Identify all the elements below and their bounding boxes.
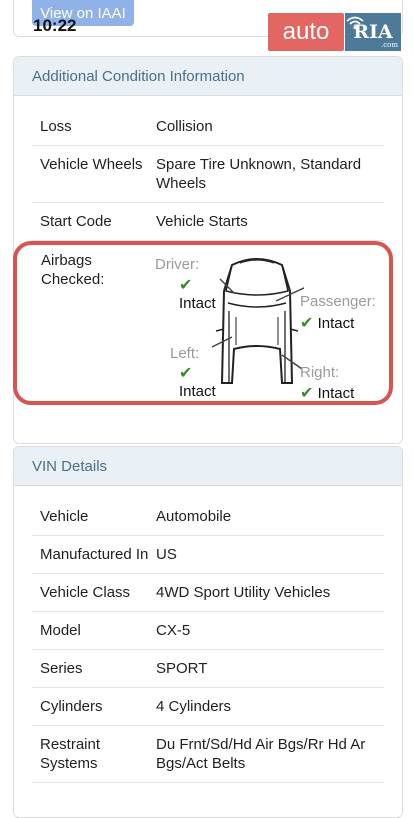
check-icon: ✔: [179, 365, 193, 382]
airbags-label: Airbags Checked:: [41, 252, 105, 288]
condition-header: Additional Condition Information: [14, 57, 402, 96]
passenger-airbag-status: ✔ Intact: [300, 313, 354, 333]
wifi-icon: [346, 16, 364, 30]
table-row: Cylinders 4 Cylinders: [32, 688, 384, 726]
row-value: Du Frnt/Sd/Hd Air Bgs/Rr Hd Ar Bgs/Act B…: [156, 736, 366, 772]
check-icon: ✔: [179, 277, 193, 294]
table-row: Series SPORT: [32, 650, 384, 688]
left-airbag-title: Left:: [170, 345, 200, 362]
row-label: Cylinders: [40, 698, 103, 715]
driver-airbag-value: Intact: [179, 295, 216, 312]
check-icon: ✔: [300, 315, 314, 332]
driver-airbag-title: Driver:: [155, 256, 200, 273]
table-row: Restraint Systems Du Frnt/Sd/Hd Air Bgs/…: [32, 726, 384, 783]
row-value: CX-5: [156, 622, 191, 639]
row-label: Restraint Systems: [40, 736, 101, 772]
row-label: Model: [40, 622, 81, 639]
row-value: US: [156, 546, 177, 563]
row-value: Spare Tire Unknown, Standard Wheels: [156, 156, 362, 192]
table-row: Vehicle Wheels Spare Tire Unknown, Stand…: [32, 146, 384, 203]
check-icon: ✔: [300, 385, 314, 402]
row-label: Start Code: [40, 213, 112, 230]
table-row: Model CX-5: [32, 612, 384, 650]
row-value: Automobile: [156, 508, 232, 525]
vin-header: VIN Details: [14, 447, 402, 486]
passenger-airbag-value: Intact: [317, 315, 355, 332]
row-label: Manufactured In: [40, 546, 149, 563]
table-row: Vehicle Class 4WD Sport Utility Vehicles: [32, 574, 384, 612]
airbags-section: Airbags Checked: Driver: ✔ Intact Passen…: [13, 241, 393, 405]
row-value: SPORT: [156, 660, 208, 677]
left-airbag-status: ✔ Intact: [179, 363, 216, 400]
right-airbag-title: Right:: [300, 364, 340, 381]
row-label: Series: [40, 660, 83, 677]
auto-logo: auto: [268, 13, 344, 51]
row-value: 4 Cylinders: [156, 698, 232, 715]
condition-table: Loss Collision Vehicle Wheels Spare Tire…: [14, 96, 402, 241]
vin-table: Vehicle Automobile Manufactured In US Ve…: [14, 486, 402, 783]
table-row: Loss Collision: [32, 108, 384, 146]
table-row: Manufactured In US: [32, 536, 384, 574]
right-airbag-status: ✔ Intact: [300, 383, 354, 403]
status-time: 10:22: [33, 16, 77, 35]
vin-panel: VIN Details Vehicle Automobile Manufactu…: [13, 446, 403, 818]
passenger-airbag-title: Passenger:: [300, 293, 376, 310]
ria-logo-suffix: .com: [381, 41, 398, 49]
left-airbag-value: Intact: [179, 383, 216, 400]
right-airbag-value: Intact: [317, 385, 355, 402]
row-value: Vehicle Starts: [156, 213, 248, 230]
table-row: Vehicle Automobile: [32, 498, 384, 536]
row-label: Vehicle Wheels: [40, 156, 143, 173]
row-label: Vehicle: [40, 508, 89, 525]
table-row: Start Code Vehicle Starts: [32, 203, 384, 241]
car-top-view-icon: [211, 258, 304, 384]
row-value: Collision: [156, 118, 213, 135]
row-label: Vehicle Class: [40, 584, 131, 601]
row-value: 4WD Sport Utility Vehicles: [156, 584, 331, 601]
driver-airbag-status: ✔ Intact: [179, 275, 216, 312]
row-label: Loss: [40, 118, 72, 135]
